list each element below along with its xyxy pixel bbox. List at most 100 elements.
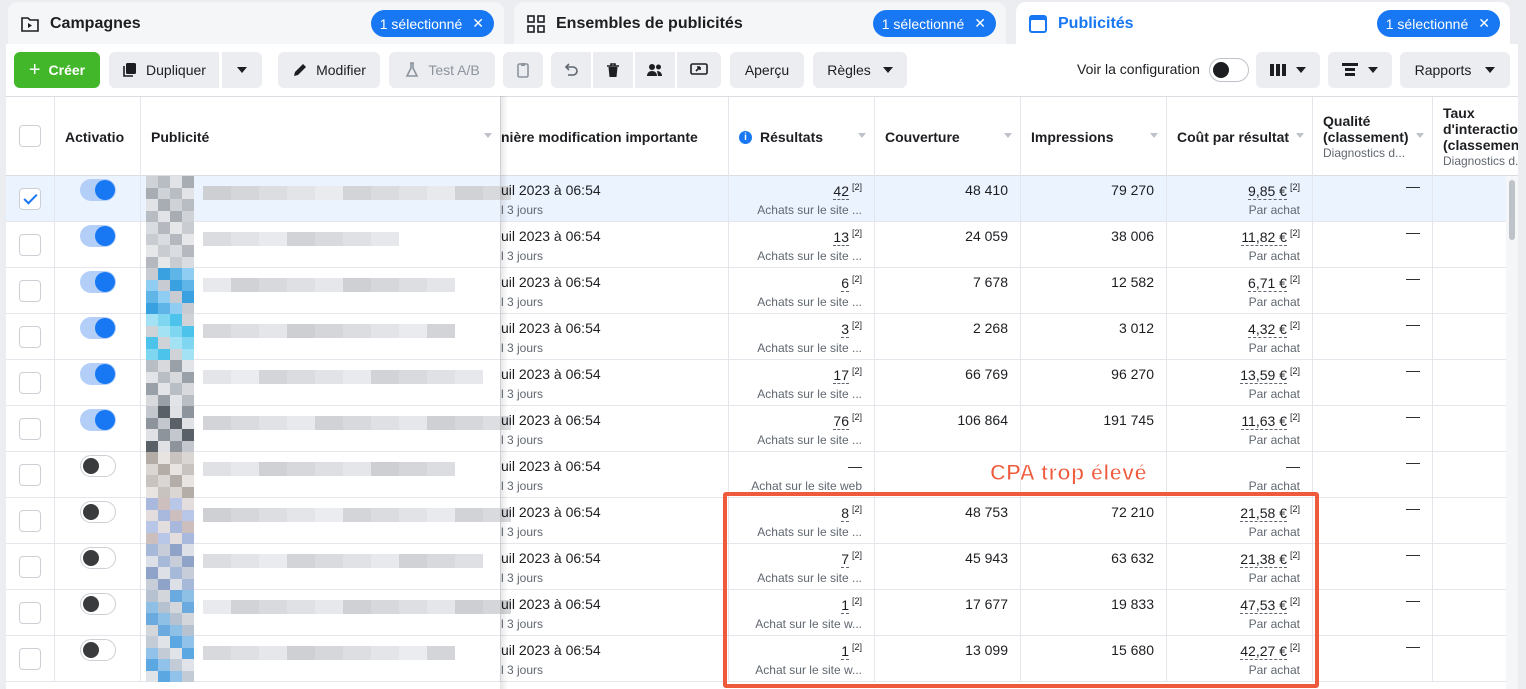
activation-toggle[interactable] [80,363,116,385]
header-engagement-ranking[interactable]: Taux d'interaction (classement) Diagnost… [1433,97,1518,177]
delete-button[interactable] [593,52,633,88]
selected-pill[interactable]: 1 sélectionné ✕ [872,10,996,37]
reports-button[interactable]: Rapports [1400,52,1510,88]
row-checkbox[interactable] [19,510,41,532]
select-all-checkbox[interactable] [19,125,41,147]
columns-button[interactable] [1256,52,1320,88]
ad-name-cell[interactable] [141,498,511,544]
ad-name-cell[interactable] [141,636,501,682]
results-number[interactable]: 6 [841,274,849,292]
caret-down-icon [882,67,893,73]
cost-number[interactable]: 9,85 € [1248,182,1287,200]
table-row[interactable]: uil 2023 à 06:54 l 3 jours 3 [2] Achats sur … [6,314,1506,360]
row-checkbox[interactable] [19,372,41,394]
row-checkbox[interactable] [19,648,41,670]
results-number[interactable]: 76 [833,412,849,430]
ad-name-cell[interactable] [141,222,501,268]
activation-toggle[interactable] [80,639,116,661]
preview-button[interactable]: Aperçu [730,52,804,88]
activation-cell [55,360,141,406]
activation-toggle[interactable] [80,547,116,569]
cost-number[interactable]: 4,32 € [1248,320,1287,338]
ab-test-button[interactable]: Test A/B [389,52,495,88]
undo-button[interactable] [551,52,591,88]
header-results[interactable]: i Résultats [729,97,875,177]
table-row[interactable]: uil 2023 à 06:54 l 3 jours 42 [2] Achats sur… [6,176,1506,222]
row-checkbox[interactable] [19,418,41,440]
cost-number[interactable]: 11,63 € [1241,412,1287,430]
view-config-toggle[interactable] [1209,58,1249,82]
tab-campaigns[interactable]: Campagnes 1 sélectionné ✕ [8,2,504,46]
row-checkbox[interactable] [19,234,41,256]
header-quality-ranking[interactable]: Qualité (classement) Diagnostics d... [1313,97,1433,177]
activation-toggle[interactable] [80,455,116,477]
create-button[interactable]: + Créer [14,52,100,88]
row-checkbox[interactable] [19,602,41,624]
header-cost-per-result[interactable]: Coût par résultat [1167,97,1313,177]
clipboard-button[interactable] [503,52,543,88]
info-icon[interactable]: i [739,130,752,144]
ad-thumbnail [146,406,196,452]
results-number[interactable]: 17 [833,366,849,384]
ad-name-redacted [203,314,473,360]
close-icon[interactable]: ✕ [974,15,986,32]
ad-name-redacted [203,544,503,590]
duplicate-button[interactable]: Dupliquer [109,52,219,88]
footnote-marker: [2] [1289,412,1300,422]
table-row[interactable]: uil 2023 à 06:54 l 3 jours 17 [2] Achats sur… [6,360,1506,406]
header-impressions[interactable]: Impressions [1021,97,1167,177]
row-checkbox[interactable] [19,326,41,348]
close-icon[interactable]: ✕ [472,15,484,32]
vertical-scrollbar[interactable] [1506,176,1518,689]
activation-toggle[interactable] [80,409,116,431]
header-reach[interactable]: Couverture [875,97,1021,177]
results-number[interactable]: 42 [833,182,849,200]
row-checkbox[interactable] [19,280,41,302]
header-last-edit[interactable]: nière modification importante [501,97,729,177]
results-number[interactable]: 3 [841,320,849,338]
row-checkbox[interactable] [19,188,41,210]
ad-name-cell[interactable] [141,314,501,360]
header-select-all[interactable] [6,97,55,177]
results-number[interactable]: 13 [833,228,849,246]
activation-toggle[interactable] [80,317,116,339]
ad-name-cell[interactable] [141,406,511,452]
activation-toggle[interactable] [80,501,116,523]
cost-number[interactable]: 11,82 € [1241,228,1287,246]
table-row[interactable]: uil 2023 à 06:54 l 3 jours 13 [2] Achats sur… [6,222,1506,268]
activation-toggle[interactable] [80,179,116,201]
cost-number[interactable]: 6,71 € [1248,274,1287,292]
rules-button[interactable]: Règles [813,52,907,88]
ad-name-cell[interactable] [141,176,511,222]
selected-pill[interactable]: 1 sélectionné ✕ [370,10,494,37]
cost-number[interactable]: 13,59 € [1240,366,1287,384]
breakdown-button[interactable] [1328,52,1392,88]
ad-name-cell[interactable] [141,590,511,636]
caret-down-icon [237,67,247,73]
share-button[interactable] [677,52,721,88]
row-checkbox[interactable] [19,556,41,578]
activation-toggle[interactable] [80,593,116,615]
duplicate-dropdown[interactable] [222,52,262,88]
header-ad[interactable]: Publicité [141,97,501,177]
table-row[interactable]: uil 2023 à 06:54 l 3 jours 76 [2] Achats sur… [6,406,1506,452]
ad-name-cell[interactable] [141,360,501,406]
ad-name-cell[interactable] [141,452,501,498]
ad-name-cell[interactable] [141,268,501,314]
tab-ads[interactable]: Publicités 1 sélectionné ✕ [1016,2,1510,46]
trash-icon [605,62,621,78]
audience-button[interactable] [635,52,675,88]
ad-name-cell[interactable] [141,544,501,590]
activation-toggle[interactable] [80,271,116,293]
sort-caret-icon [1150,133,1158,138]
edit-button[interactable]: Modifier [278,52,380,88]
header-activation[interactable]: Activatio [55,97,141,177]
table-row[interactable]: uil 2023 à 06:54 l 3 jours 6 [2] Achats sur … [6,268,1506,314]
scrollbar-thumb[interactable] [1509,180,1515,240]
selected-pill[interactable]: 1 sélectionné ✕ [1376,10,1500,37]
activation-toggle[interactable] [80,225,116,247]
row-checkbox[interactable] [19,464,41,486]
close-icon[interactable]: ✕ [1478,15,1490,32]
tab-adsets[interactable]: Ensembles de publicités 1 sélectionné ✕ [514,2,1006,46]
impressions-cell: 96 270 [1021,360,1167,406]
